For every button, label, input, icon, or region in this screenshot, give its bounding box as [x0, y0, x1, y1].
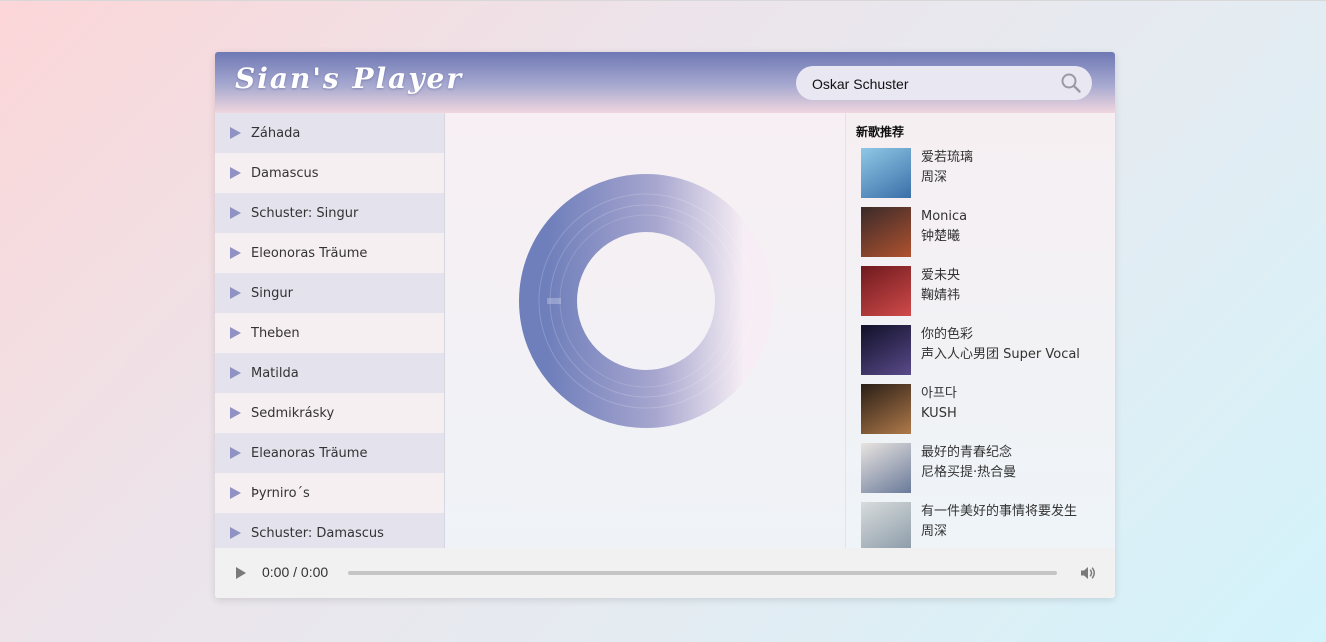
playlist-item[interactable]: Schuster: Damascus: [215, 513, 444, 548]
play-arrow-icon: [230, 367, 241, 379]
play-arrow-icon: [230, 287, 241, 299]
album-cover: [861, 207, 911, 257]
playlist: Záhada Damascus Schuster: Singur Eleonor…: [215, 113, 445, 548]
playlist-item-title: Theben: [251, 325, 300, 341]
album-cover: [861, 384, 911, 434]
app-logo: Sian's Player: [235, 62, 464, 95]
playlist-item-title: Sedmikrásky: [251, 405, 335, 421]
playlist-item[interactable]: Matilda: [215, 353, 444, 393]
recommend-item[interactable]: 有一件美好的事情将要发生 周深: [861, 502, 1111, 548]
playlist-item[interactable]: Þyrniro´s: [215, 473, 444, 513]
playlist-item[interactable]: Singur: [215, 273, 444, 313]
audio-controls: 0:00 / 0:00: [215, 548, 1115, 598]
song-title: Monica: [921, 209, 968, 224]
artist-name: 声入人心男团 Super Vocal: [921, 347, 1080, 362]
playlist-item[interactable]: Eleonoras Träume: [215, 233, 444, 273]
playlist-item[interactable]: Záhada: [215, 113, 444, 153]
artist-name: 尼格买提·热合曼: [921, 465, 1017, 480]
playlist-item[interactable]: Eleanoras Träume: [215, 433, 444, 473]
playlist-item[interactable]: Theben: [215, 313, 444, 353]
vinyl-disc: [519, 174, 773, 428]
artist-name: 鞠婧祎: [921, 288, 961, 303]
song-title: 有一件美好的事情将要发生: [921, 504, 1078, 519]
album-cover: [861, 502, 911, 548]
playlist-item-title: Schuster: Damascus: [251, 525, 384, 541]
play-button[interactable]: [236, 567, 246, 579]
recommend-list: 爱若琉璃周深 Monica 钟楚曦 爱未央鞠婧祎 你的色彩声入人心男团 Super…: [861, 148, 1111, 548]
recommend-heading: 新歌推荐: [856, 125, 905, 139]
recommend-panel: 新歌推荐 爱若琉璃周深 Monica 钟楚曦 爱未央鞠婧祎 你的色彩声入人心男团 …: [845, 113, 1115, 548]
recommend-item[interactable]: Monica 钟楚曦: [861, 207, 1111, 257]
recommend-item[interactable]: 最好的青春纪念 尼格买提·热合曼: [861, 443, 1111, 493]
playlist-item-title: Eleanoras Träume: [251, 445, 368, 461]
recommend-item[interactable]: 你的色彩声入人心男团 Super Vocal: [861, 325, 1111, 375]
artist-name: 周深: [921, 524, 948, 539]
music-player: Sian's Player Záhada Damascus Schuster: …: [215, 52, 1115, 598]
playlist-item-title: Þyrniro´s: [251, 485, 310, 501]
playlist-item-title: Eleonoras Träume: [251, 245, 368, 261]
album-cover: [861, 148, 911, 198]
song-title: 你的色彩: [921, 327, 974, 342]
recommend-item[interactable]: 爱未央 鞠婧祎: [861, 266, 1111, 316]
play-arrow-icon: [230, 127, 241, 139]
song-title: 最好的青春纪念: [921, 445, 1013, 460]
artist-name: KUSH: [921, 406, 957, 421]
volume-icon[interactable]: [1079, 564, 1097, 582]
artist-name: 钟楚曦: [921, 229, 961, 244]
play-arrow-icon: [230, 207, 241, 219]
header: Sian's Player: [215, 52, 1115, 113]
playlist-item-title: Matilda: [251, 365, 299, 381]
album-cover: [861, 443, 911, 493]
play-arrow-icon: [230, 487, 241, 499]
playlist-item[interactable]: Damascus: [215, 153, 444, 193]
playlist-item-title: Záhada: [251, 125, 301, 141]
playlist-item[interactable]: Schuster: Singur: [215, 193, 444, 233]
song-title: 爱未央: [921, 268, 961, 283]
search-input[interactable]: [810, 72, 1054, 96]
time-display: 0:00 / 0:00: [262, 564, 329, 580]
play-arrow-icon: [230, 527, 241, 539]
recommend-item[interactable]: 아프다 KUSH: [861, 384, 1111, 434]
search-box: [796, 66, 1092, 100]
album-cover: [861, 325, 911, 375]
progress-bar[interactable]: [348, 571, 1057, 575]
playlist-item[interactable]: Sedmikrásky: [215, 393, 444, 433]
play-arrow-icon: [230, 447, 241, 459]
search-icon[interactable]: [1060, 72, 1082, 94]
play-arrow-icon: [230, 247, 241, 259]
now-playing-area: [445, 113, 845, 548]
playlist-item-title: Singur: [251, 285, 293, 301]
playlist-item-title: Damascus: [251, 165, 319, 181]
play-arrow-icon: [230, 327, 241, 339]
album-cover: [861, 266, 911, 316]
playlist-item-title: Schuster: Singur: [251, 205, 359, 221]
play-arrow-icon: [230, 167, 241, 179]
play-arrow-icon: [230, 407, 241, 419]
recommend-item[interactable]: 爱若琉璃 周深: [861, 148, 1111, 198]
song-title: 爱若琉璃: [921, 150, 974, 165]
song-title: 아프다: [921, 386, 957, 401]
artist-name: 周深: [921, 170, 948, 185]
